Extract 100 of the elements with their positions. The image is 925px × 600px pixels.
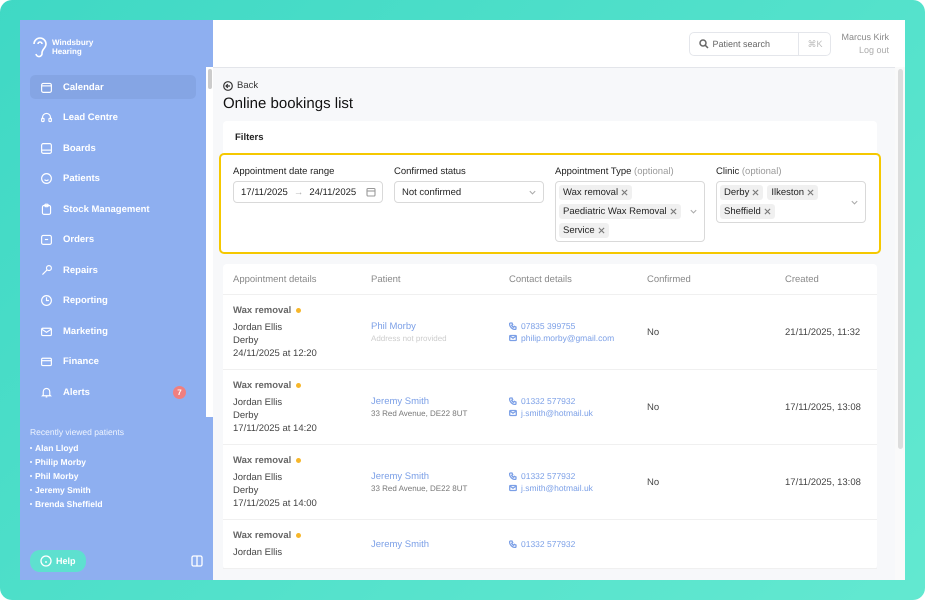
phone-icon bbox=[509, 540, 517, 548]
patient-link[interactable]: Jeremy Smith bbox=[371, 471, 430, 482]
appointment-detail: 17/11/2025 at 14:00 bbox=[233, 498, 318, 509]
nav-item[interactable]: Calendar bbox=[30, 75, 196, 99]
appointment-type: Wax removal bbox=[233, 530, 292, 541]
keyboard-shortcut: ⌘K bbox=[798, 32, 830, 54]
search-box[interactable]: Patient search ⌘K bbox=[689, 32, 832, 56]
logout-link[interactable]: Log out bbox=[858, 45, 889, 55]
nav-item[interactable]: Repairs bbox=[30, 258, 196, 282]
field-label: Appointment date range bbox=[233, 166, 336, 177]
headset-icon bbox=[40, 111, 53, 124]
box-icon bbox=[40, 233, 53, 246]
filter-tag: Wax removal bbox=[559, 185, 632, 200]
nav-item[interactable]: Lead Centre bbox=[30, 106, 196, 130]
appointment-detail: Jordan Ellis bbox=[233, 397, 284, 408]
phone-icon bbox=[509, 322, 517, 330]
remove-icon[interactable] bbox=[764, 208, 771, 215]
nav-item[interactable]: Patients bbox=[30, 166, 196, 190]
page-scrollbar[interactable] bbox=[895, 67, 905, 580]
confirmed-status-dropdown[interactable]: Not confirmed bbox=[394, 181, 544, 203]
confirmed-value: No bbox=[647, 402, 660, 412]
remove-icon[interactable] bbox=[752, 189, 760, 196]
appointment-detail: Derby bbox=[233, 485, 260, 496]
email-link[interactable]: j.smith@hotmail.uk bbox=[509, 408, 647, 418]
confirmed-value: No bbox=[647, 326, 660, 338]
alert-count-badge: 7 bbox=[173, 386, 186, 399]
date-range-field[interactable]: 17/11/2025 → 24/11/2025 bbox=[233, 181, 383, 203]
email-link[interactable]: j.smith@hotmail.uk bbox=[509, 483, 647, 493]
phone-link[interactable]: 01332 577932 bbox=[509, 471, 647, 481]
created-date: 17/11/2025, 13:08 bbox=[785, 476, 861, 488]
phone-link[interactable]: 01332 577932 bbox=[509, 539, 647, 549]
appointment-type-select[interactable]: Wax removal Paediatric Wax Removal Service bbox=[555, 181, 705, 242]
clock-icon bbox=[40, 294, 53, 307]
field-label: Clinic (optional) bbox=[716, 166, 782, 177]
collapse-sidebar-icon[interactable] bbox=[191, 555, 203, 567]
nav-item[interactable]: Boards bbox=[30, 136, 196, 160]
filter-tag: Ilkeston bbox=[767, 185, 818, 200]
envelope-icon bbox=[509, 484, 517, 492]
appointment-type: Wax removal bbox=[233, 305, 292, 316]
back-link[interactable]: Back bbox=[223, 80, 258, 91]
clinic-select[interactable]: Derby Ilkeston Sheffield bbox=[716, 181, 866, 223]
patient-link[interactable]: Phil Morby bbox=[371, 321, 416, 332]
nav-item[interactable]: Orders bbox=[30, 228, 196, 252]
board-icon bbox=[40, 142, 53, 154]
appointment-type: Wax removal bbox=[233, 380, 292, 391]
remove-icon[interactable] bbox=[670, 208, 677, 215]
nav-item[interactable]: Reporting bbox=[30, 288, 196, 312]
appointment-detail: Derby bbox=[233, 410, 260, 421]
filter-tag: Derby bbox=[720, 185, 764, 200]
field-label: Appointment Type (optional) bbox=[555, 166, 675, 177]
recent-patient-link[interactable]: Phil Morby bbox=[35, 471, 78, 481]
brand-name: Hearing bbox=[52, 47, 83, 56]
phone-icon bbox=[509, 397, 517, 405]
appointment-detail: Derby bbox=[233, 335, 260, 346]
column-header: Confirmed bbox=[647, 274, 692, 284]
remove-icon[interactable] bbox=[807, 189, 814, 196]
chevron-down-icon bbox=[689, 207, 698, 216]
calendar-icon bbox=[366, 187, 376, 197]
confirmed-value: No bbox=[647, 476, 660, 488]
help-icon bbox=[40, 555, 52, 567]
card-icon bbox=[40, 355, 53, 368]
help-button[interactable]: Help bbox=[30, 550, 86, 572]
recent-patient-link[interactable]: Philip Morby bbox=[35, 457, 86, 467]
email-link[interactable]: philip.morby@gmail.com bbox=[509, 333, 647, 343]
field-label: Confirmed status bbox=[394, 166, 467, 177]
bell-icon bbox=[40, 386, 53, 398]
phone-link[interactable]: 01332 577932 bbox=[509, 396, 647, 406]
sidebar-scrollbar[interactable] bbox=[206, 67, 213, 417]
recent-patient-link[interactable]: Jeremy Smith bbox=[35, 485, 91, 495]
appointment-detail: Jordan Ellis bbox=[233, 547, 284, 558]
patient-link[interactable]: Jeremy Smith bbox=[371, 396, 430, 407]
nav-item[interactable]: Alerts 7 bbox=[30, 380, 196, 404]
remove-icon[interactable] bbox=[621, 189, 628, 196]
recent-patient-link[interactable]: Brenda Sheffield bbox=[35, 499, 103, 509]
nav-item[interactable]: Finance bbox=[30, 350, 196, 374]
envelope-icon bbox=[509, 409, 517, 417]
nav-item[interactable]: Stock Management bbox=[30, 197, 196, 221]
brand-name: Windsbury bbox=[52, 38, 94, 47]
patient-link[interactable]: Jeremy Smith bbox=[371, 538, 430, 550]
back-arrow-icon bbox=[223, 80, 233, 90]
nav-item[interactable]: Marketing bbox=[30, 319, 196, 343]
appointment-detail: 17/11/2025 at 14:20 bbox=[233, 423, 318, 434]
appointment-detail: 24/11/2025 at 12:20 bbox=[233, 348, 318, 359]
wrench-icon bbox=[40, 264, 53, 276]
column-header: Appointment details bbox=[233, 274, 318, 284]
filters-heading: Filters bbox=[234, 131, 265, 145]
remove-icon[interactable] bbox=[598, 227, 605, 234]
patient-address: 33 Red Avenue, DE22 8UT bbox=[371, 409, 468, 418]
patient-search-field[interactable]: Patient search bbox=[709, 38, 798, 48]
created-date: 21/11/2025, 11:32 bbox=[785, 326, 860, 338]
recent-patient-link[interactable]: Alan Lloyd bbox=[35, 443, 78, 453]
created-date: 17/11/2025, 13:08 bbox=[785, 402, 861, 412]
phone-link[interactable]: 07835 399755 bbox=[509, 321, 647, 331]
recent-patients-heading: Recently viewed patients bbox=[30, 427, 126, 437]
appointment-type: Wax removal bbox=[233, 455, 292, 466]
filter-tag: Service bbox=[559, 223, 609, 238]
ear-icon bbox=[30, 35, 48, 59]
patient-address: 33 Red Avenue, DE22 8UT bbox=[371, 484, 468, 493]
filter-tag: Paediatric Wax Removal bbox=[559, 204, 681, 219]
smiley-icon bbox=[40, 172, 53, 185]
